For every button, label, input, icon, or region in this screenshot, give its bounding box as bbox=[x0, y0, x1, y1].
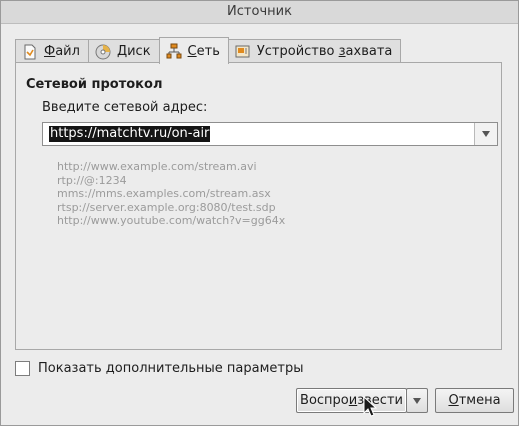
capture-device-icon bbox=[235, 44, 251, 60]
file-icon bbox=[22, 44, 38, 60]
address-examples: http://www.example.com/stream.avi rtp://… bbox=[57, 160, 285, 228]
disc-icon bbox=[95, 44, 111, 60]
tab-disc[interactable]: Диск bbox=[87, 39, 160, 63]
example-url: rtsp://server.example.org:8080/test.sdp bbox=[57, 200, 276, 214]
play-button[interactable]: Воспроизвести bbox=[296, 388, 407, 413]
address-label: Введите сетевой адрес: bbox=[42, 100, 208, 115]
window-titlebar[interactable]: Источник bbox=[1, 1, 518, 24]
chevron-down-icon bbox=[482, 131, 490, 137]
network-address-input[interactable]: https://matchtv.ru/on-air bbox=[49, 126, 211, 142]
example-url: http://www.example.com/stream.avi bbox=[57, 160, 257, 173]
play-options-dropdown-button[interactable] bbox=[406, 388, 428, 413]
network-icon bbox=[166, 43, 182, 59]
chevron-down-icon bbox=[413, 397, 421, 404]
source-tabs: Файл Диск Сеть Устройство захвата bbox=[15, 37, 402, 64]
example-url: rtp://@:1234 bbox=[57, 173, 127, 187]
tab-file[interactable]: Файл bbox=[15, 39, 89, 63]
tab-capture-device[interactable]: Устройство захвата bbox=[227, 39, 402, 63]
window-title: Источник bbox=[227, 4, 292, 19]
show-more-options-checkbox[interactable] bbox=[15, 361, 30, 376]
example-url: mms://mms.examples.com/stream.asx bbox=[57, 187, 271, 200]
network-protocol-heading: Сетевой протокол bbox=[26, 77, 163, 92]
show-more-options-row[interactable]: Показать дополнительные параметры bbox=[15, 361, 303, 376]
example-url: http://www.youtube.com/watch?v=gg64x bbox=[57, 214, 286, 227]
show-more-options-label: Показать дополнительные параметры bbox=[38, 361, 304, 376]
network-panel: Сетевой протокол Введите сетевой адрес: … bbox=[15, 62, 502, 350]
network-address-combobox[interactable]: https://matchtv.ru/on-air bbox=[42, 122, 498, 146]
tab-network[interactable]: Сеть bbox=[158, 37, 229, 64]
combobox-dropdown-button[interactable] bbox=[474, 123, 497, 145]
cancel-button[interactable]: Отмена bbox=[435, 388, 514, 413]
open-media-dialog: Источник Файл Диск Сеть Устройство захва… bbox=[0, 0, 519, 426]
